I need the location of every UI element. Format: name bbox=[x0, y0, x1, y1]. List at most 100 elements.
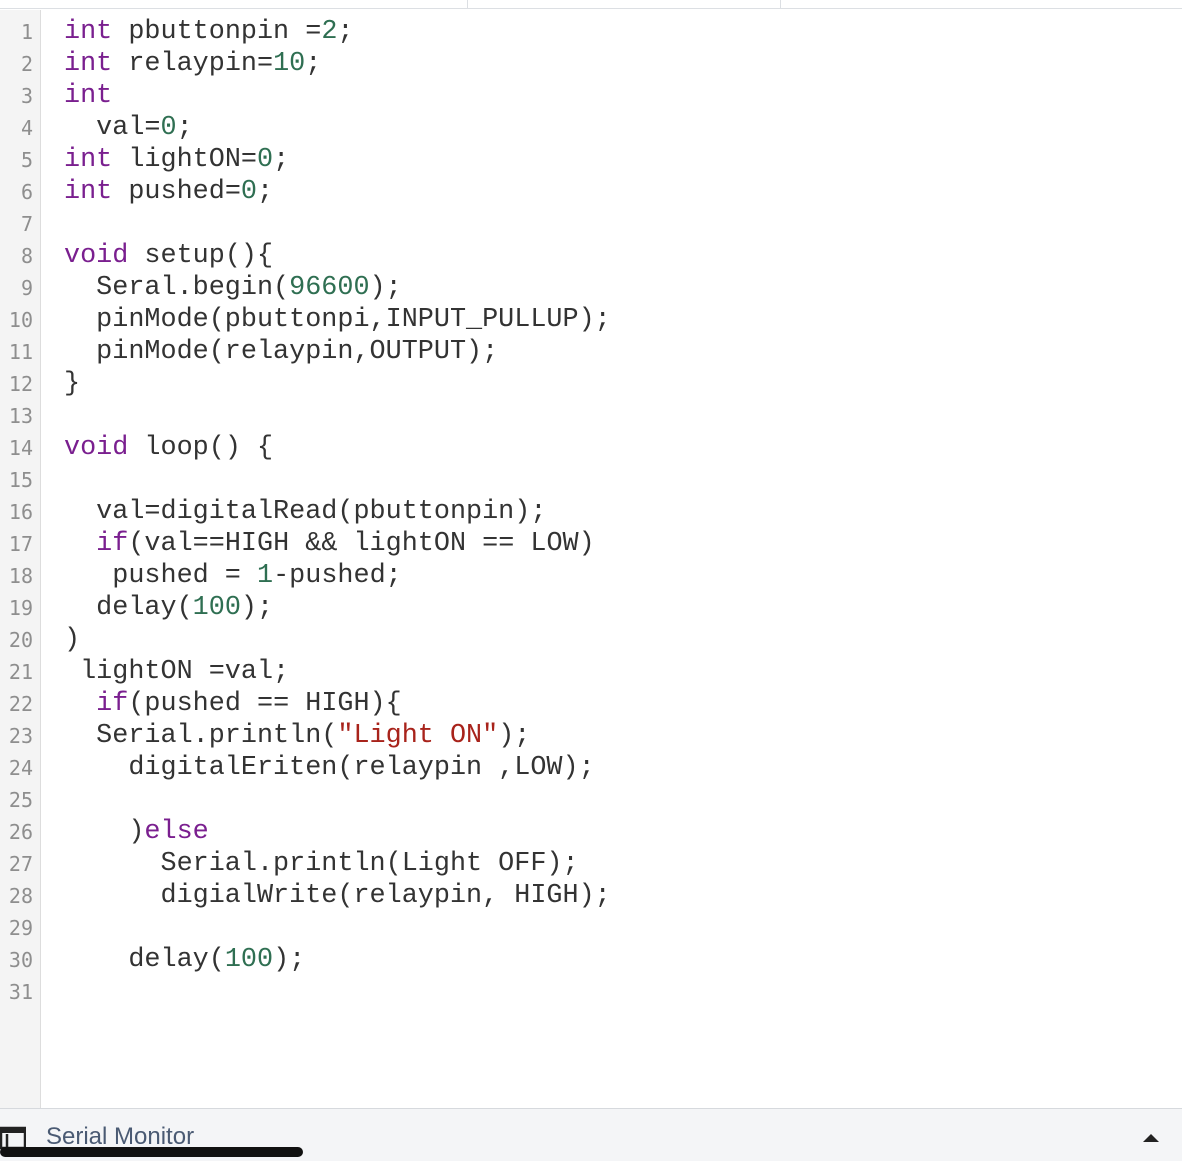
code-token: ; bbox=[176, 113, 193, 143]
code-line[interactable]: delay(100); bbox=[64, 592, 273, 624]
line-number: 30 bbox=[8, 948, 33, 972]
code-line[interactable]: int bbox=[64, 80, 112, 112]
line-number: 4 bbox=[20, 116, 33, 140]
code-line[interactable]: ) bbox=[64, 624, 80, 656]
line-number: 21 bbox=[8, 660, 33, 684]
string-token: "Light ON" bbox=[337, 721, 499, 751]
code-token: val= bbox=[64, 113, 161, 143]
editor-tab-bar bbox=[0, 0, 1182, 9]
code-token: pinMode(relaypin,OUTPUT); bbox=[64, 337, 499, 367]
code-token: relaypin= bbox=[112, 49, 274, 79]
number-token: 100 bbox=[192, 593, 241, 623]
code-token: pinMode(pbuttonpi,INPUT_PULLUP); bbox=[64, 305, 611, 335]
code-editor[interactable]: 1 2 3 4 5 6 7 8 9 10 11 12 13 14 15 16 17 18 19 20 21 22 23 24 2… bbox=[0, 10, 1182, 1108]
code-line[interactable]: val=0; bbox=[64, 112, 193, 144]
code-line[interactable]: Serial.println(Light OFF); bbox=[64, 848, 579, 880]
line-number: 8 bbox=[20, 244, 33, 268]
code-token: (pushed == HIGH){ bbox=[128, 689, 402, 719]
code-line[interactable]: pinMode(pbuttonpi,INPUT_PULLUP); bbox=[64, 304, 611, 336]
number-token: 2 bbox=[321, 17, 338, 47]
keyword-token: int bbox=[64, 17, 113, 47]
line-number: 28 bbox=[8, 884, 33, 908]
code-token: Serial.println(Light OFF); bbox=[64, 849, 579, 879]
code-line[interactable]: void loop() { bbox=[64, 432, 273, 464]
code-line[interactable]: pushed = 1-pushed; bbox=[64, 560, 402, 592]
number-token: 0 bbox=[256, 145, 274, 175]
line-number: 18 bbox=[8, 564, 33, 588]
line-number: 12 bbox=[8, 372, 33, 396]
code-token: lightON= bbox=[112, 145, 257, 175]
keyword-token: int bbox=[64, 81, 113, 111]
line-number: 22 bbox=[8, 692, 33, 716]
keyword-token: void bbox=[64, 241, 129, 271]
line-number: 7 bbox=[20, 212, 33, 236]
keyword-token: int bbox=[64, 49, 113, 79]
line-number: 17 bbox=[8, 532, 33, 556]
line-number: 29 bbox=[8, 916, 33, 940]
keyword-token: else bbox=[144, 817, 209, 847]
horizontal-scrollbar-thumb[interactable] bbox=[0, 1147, 303, 1157]
code-line[interactable]: digialWrite(relaypin, HIGH); bbox=[64, 880, 611, 912]
code-line[interactable]: } bbox=[64, 368, 80, 400]
code-line[interactable]: delay(100); bbox=[64, 944, 305, 976]
code-line[interactable]: void setup(){ bbox=[64, 240, 273, 272]
code-token: delay( bbox=[64, 945, 225, 975]
line-number: 25 bbox=[8, 788, 33, 812]
line-number: 16 bbox=[8, 500, 33, 524]
line-number: 11 bbox=[8, 340, 33, 364]
number-token: 0 bbox=[240, 177, 257, 207]
caret-up-icon[interactable] bbox=[1140, 1129, 1162, 1145]
code-line[interactable]: if(val==HIGH && lightON == LOW) bbox=[64, 528, 595, 560]
code-token: pushed = bbox=[64, 561, 257, 591]
line-number: 9 bbox=[20, 276, 33, 300]
code-token: ); bbox=[273, 945, 306, 975]
line-number: 3 bbox=[20, 84, 33, 108]
line-number: 5 bbox=[20, 148, 33, 172]
code-line[interactable]: if(pushed == HIGH){ bbox=[64, 688, 402, 720]
code-token: setup(){ bbox=[128, 241, 274, 271]
number-token: 1 bbox=[256, 561, 274, 591]
number-token: 100 bbox=[224, 945, 274, 975]
tab-divider bbox=[467, 0, 468, 9]
keyword-token: void bbox=[64, 433, 129, 463]
code-token: pushed= bbox=[112, 177, 241, 207]
code-line[interactable]: int pushed=0; bbox=[64, 176, 273, 208]
line-number: 1 bbox=[20, 20, 33, 44]
line-number: 24 bbox=[8, 756, 33, 780]
code-line[interactable]: int relaypin=10; bbox=[64, 48, 321, 80]
line-number: 10 bbox=[8, 308, 33, 332]
code-token: ; bbox=[257, 177, 274, 207]
code-line[interactable]: )else bbox=[64, 816, 209, 848]
keyword-token: if bbox=[96, 689, 129, 719]
keyword-token: int bbox=[64, 145, 113, 175]
code-token: pbuttonpin = bbox=[112, 17, 322, 47]
serial-monitor-panel-header[interactable]: Serial Monitor bbox=[0, 1108, 1182, 1161]
line-number: 27 bbox=[8, 852, 33, 876]
code-line[interactable]: pinMode(relaypin,OUTPUT); bbox=[64, 336, 498, 368]
code-line[interactable]: int lightON=0; bbox=[64, 144, 289, 176]
line-number: 31 bbox=[8, 980, 33, 1004]
keyword-token: if bbox=[96, 529, 129, 559]
line-number: 6 bbox=[20, 180, 33, 204]
code-line[interactable]: digitalEriten(relaypin ,LOW); bbox=[64, 752, 594, 784]
code-token: ) bbox=[64, 817, 145, 847]
line-number: 23 bbox=[8, 724, 33, 748]
code-token: ; bbox=[305, 49, 322, 79]
code-token: (val==HIGH && lightON == LOW) bbox=[128, 529, 595, 559]
number-token: 96600 bbox=[289, 273, 370, 303]
code-line[interactable]: Serial.println("Light ON"); bbox=[64, 720, 530, 752]
code-line[interactable]: val=digitalRead(pbuttonpin); bbox=[64, 496, 546, 528]
code-token: ; bbox=[337, 17, 354, 47]
code-token: digialWrite(relaypin, HIGH); bbox=[64, 881, 611, 911]
code-line[interactable]: int pbuttonpin =2; bbox=[64, 16, 354, 48]
code-token: ; bbox=[273, 145, 290, 175]
line-number: 26 bbox=[8, 820, 33, 844]
code-token: ); bbox=[240, 593, 274, 623]
code-line[interactable]: Seral.begin(96600); bbox=[64, 272, 402, 304]
line-number: 19 bbox=[8, 596, 33, 620]
code-token: ); bbox=[498, 721, 531, 751]
code-line[interactable]: lightON =val; bbox=[64, 656, 289, 688]
keyword-token: int bbox=[64, 177, 113, 207]
